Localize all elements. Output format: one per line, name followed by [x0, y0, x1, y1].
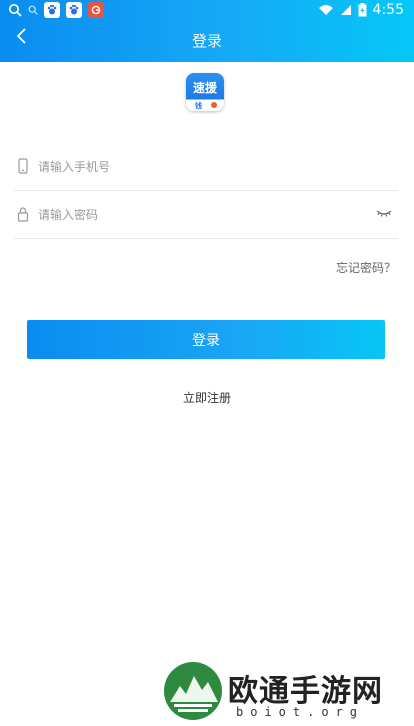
phone-input[interactable]	[36, 154, 370, 180]
login-button[interactable]: 登录	[27, 320, 385, 359]
watermark: 欧通手游网 boiot.org	[160, 662, 414, 726]
baidu-app-icon	[66, 2, 82, 18]
watermark-text-cn: 欧通手游网	[228, 674, 383, 709]
eye-closed-icon[interactable]	[376, 208, 392, 218]
watermark-logo-icon	[164, 662, 222, 720]
browser-app-icon	[88, 2, 104, 18]
register-link[interactable]: 立即注册	[0, 389, 414, 406]
phone-icon	[18, 158, 28, 174]
app-logo: 速援 钱	[186, 73, 224, 111]
app-logo-dot	[211, 102, 217, 108]
page-title: 登录	[191, 32, 222, 50]
forgot-password-link[interactable]: 忘记密码？	[336, 259, 396, 276]
status-time: 4:55	[372, 2, 404, 18]
lock-icon	[17, 207, 29, 222]
battery-charging-icon	[358, 3, 367, 17]
status-bar: 4:55	[0, 0, 414, 22]
app-logo-sub: 钱	[195, 102, 202, 110]
signal-icon	[340, 5, 351, 15]
password-field	[14, 190, 398, 239]
status-bar-notifications	[8, 2, 104, 18]
phone-field	[14, 142, 398, 191]
app-header: 4:55 登录	[0, 0, 414, 62]
wifi-icon	[318, 5, 333, 15]
search-small-icon	[28, 5, 38, 15]
status-bar-system: 4:55	[318, 2, 404, 18]
app-logo-text: 速援	[192, 81, 217, 95]
watermark-text-en: boiot.org	[236, 705, 365, 719]
search-icon	[9, 4, 22, 17]
password-input[interactable]	[36, 202, 370, 228]
baidu-app-icon	[44, 2, 60, 18]
